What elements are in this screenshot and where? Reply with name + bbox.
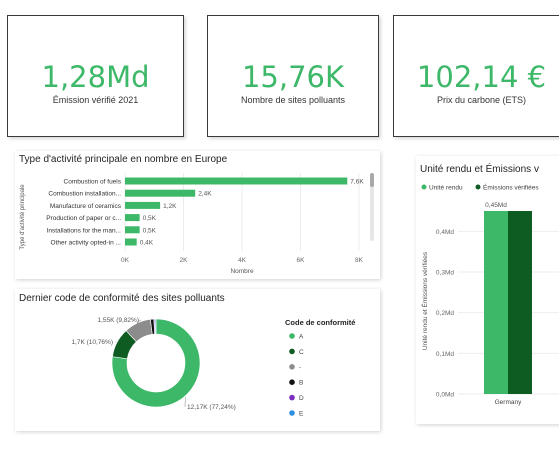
emissions-panel[interactable]: Unité rendu et Émissions v Unité rendu Ém…: [416, 156, 559, 424]
y-tick-label: 0,4Md: [436, 229, 454, 236]
x-tick-label: 8K: [355, 257, 364, 264]
kpi-card-sites: 15,76K Nombre de sites polluants: [207, 15, 379, 137]
bar: [125, 177, 348, 185]
legend-label: E: [299, 411, 304, 418]
bar: [125, 189, 196, 197]
legend-label: C: [299, 349, 304, 356]
y-tick-label: 0,2Md: [436, 310, 454, 317]
data-label: 12,17K (77,24%): [187, 404, 236, 411]
legend-label: B: [299, 380, 303, 387]
legend-label: Émissions vérifiées: [483, 183, 539, 192]
legend-marker: [289, 333, 295, 339]
scrollbar-thumb[interactable]: [370, 173, 374, 187]
x-axis-title: Nombre: [230, 268, 254, 275]
x-tick-label: 2K: [180, 257, 189, 264]
y-tick-label: 0,0Md: [436, 392, 454, 399]
data-label: 2,4K: [198, 191, 212, 198]
compliance-panel[interactable]: Dernier code de conformité des sites pol…: [15, 289, 380, 431]
legend-marker: [289, 364, 295, 370]
bar: [125, 214, 140, 222]
category-label: Other activity opted-in ...: [51, 240, 122, 247]
legend-marker: [421, 184, 427, 190]
x-tick-label: 4K: [238, 257, 247, 264]
activity-panel[interactable]: Type d'activité principale en nombre en …: [15, 151, 380, 279]
bar: [125, 238, 137, 246]
category-label: Combustion of fuels: [64, 179, 122, 186]
compliance-donut-chart[interactable]: 12,17K (77,24%) 1,7K (10,76%) 1,55K (9,82%…: [15, 289, 380, 431]
kpi-value: 15,76K: [241, 60, 345, 94]
kpi-label: Nombre de sites polluants: [240, 95, 346, 105]
emissions-column-chart[interactable]: Unité rendu Émissions vérifiées 0,0Md 0,1Md…: [416, 156, 559, 424]
category-label: Installations for the man...: [47, 227, 122, 234]
kpi-card-emissions: 1,28Md Émission vérifié 2021: [7, 15, 184, 137]
category-label: Production of paper or c...: [46, 215, 121, 222]
legend-label: D: [299, 395, 304, 402]
kpi-label: Émission vérifié 2021: [52, 95, 139, 105]
legend-label: Unité rendu: [429, 185, 463, 192]
x-tick-label: Germany: [495, 399, 522, 406]
legend-marker: [475, 184, 481, 190]
data-label: 7,6K: [350, 179, 364, 186]
category-label: Combustion installation...: [48, 191, 121, 198]
legend-marker: [289, 379, 295, 385]
data-label: 0,45Md: [485, 202, 507, 209]
data-label: 0,4K: [140, 240, 154, 247]
y-axis-title: Type d'activité principale: [20, 184, 26, 250]
kpi-value: 1,28Md: [41, 60, 150, 94]
data-label: 1,7K (10,76%): [71, 339, 113, 346]
x-tick-label: 0K: [121, 257, 130, 264]
bar: [125, 201, 161, 209]
legend-marker: [289, 410, 295, 416]
data-label: 0,5K: [143, 215, 157, 222]
data-label: 1,2K: [163, 203, 177, 210]
kpi-value: 102,14 €: [416, 60, 547, 94]
bar: [508, 211, 532, 394]
legend-label: A: [299, 334, 304, 341]
legend-label: -: [299, 364, 301, 371]
data-label: 1,55K (9,82%): [97, 317, 139, 324]
donut-slice: [154, 318, 157, 335]
y-tick-label: 0,1Md: [436, 351, 454, 358]
activity-bar-chart[interactable]: 0K 2K 4K 6K 8KNombreType d'activité principa…: [15, 151, 380, 279]
legend-marker: [289, 394, 295, 401]
x-tick-label: 6K: [297, 257, 306, 264]
y-tick-label: 0,3Md: [436, 270, 454, 277]
bar: [125, 226, 140, 234]
kpi-label: Prix du carbone (ETS): [436, 95, 527, 105]
scrollbar[interactable]: [370, 173, 374, 241]
category-label: Manufacture of ceramics: [50, 203, 122, 210]
kpi-card-carbon-price: 102,14 € Prix du carbone (ETS): [393, 15, 559, 137]
y-axis-title: Unité rendu et Émissions vérifiées: [420, 251, 429, 350]
bar: [484, 211, 508, 394]
legend-marker: [289, 348, 295, 355]
legend-title: Code de conformité: [285, 318, 355, 327]
data-label: 0,5K: [143, 227, 157, 234]
